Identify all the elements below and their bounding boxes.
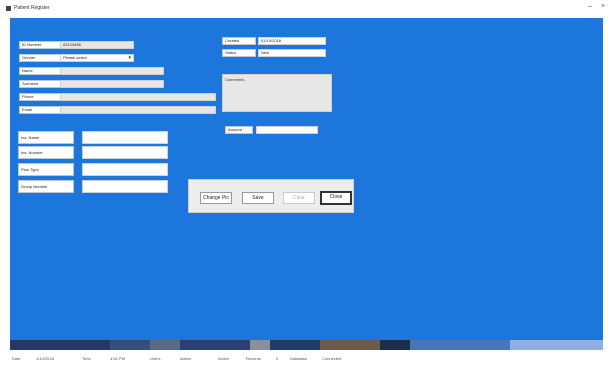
id-number-field[interactable]: 00123456 bbox=[60, 41, 134, 49]
status-item: 1/10/2018 bbox=[36, 356, 54, 361]
status-bar: Date 1/10/2018 Time 4:52 PM Users Admin … bbox=[0, 353, 613, 365]
phone-label: Phone bbox=[19, 93, 61, 101]
group-number-label: Group Number bbox=[18, 180, 74, 193]
comment-box[interactable]: Comments bbox=[222, 74, 332, 112]
status-item: 0 bbox=[276, 356, 279, 361]
minimize-icon[interactable]: – bbox=[588, 3, 592, 10]
amount-field[interactable] bbox=[256, 126, 318, 134]
gender-select-value: Please select bbox=[63, 55, 87, 60]
form-panel: ID Number 00123456 Gender Please select … bbox=[10, 18, 603, 340]
status-item: Admin bbox=[180, 356, 192, 361]
status-field[interactable]: New bbox=[258, 49, 326, 57]
surname-label: Surname bbox=[19, 80, 61, 88]
save-button[interactable]: Save bbox=[242, 192, 274, 204]
created-field[interactable]: 01/10/2018 bbox=[258, 37, 326, 45]
ins-number-field[interactable] bbox=[82, 146, 168, 159]
name-label: Name bbox=[19, 67, 61, 75]
taskbar-segment bbox=[320, 340, 380, 350]
title-bar: Patient Register – × bbox=[0, 0, 613, 18]
status-item: Time bbox=[82, 356, 91, 361]
close-icon[interactable]: × bbox=[601, 3, 605, 10]
status-item: Active bbox=[218, 356, 229, 361]
chevron-down-icon: ▾ bbox=[128, 55, 131, 61]
comment-text: Comments bbox=[225, 77, 245, 82]
created-label: Created bbox=[222, 37, 256, 45]
status-item: Database bbox=[290, 356, 308, 361]
name-field[interactable] bbox=[60, 67, 164, 75]
taskbar-segment bbox=[270, 340, 320, 350]
app-icon bbox=[6, 6, 11, 11]
taskbar-segment bbox=[410, 340, 510, 350]
button-panel: Change Pic Save Clear Close bbox=[188, 179, 354, 213]
taskbar-segment bbox=[250, 340, 270, 350]
taskbar-segment bbox=[150, 340, 180, 350]
email-field[interactable] bbox=[60, 106, 216, 114]
gender-label: Gender bbox=[19, 54, 61, 62]
window-title: Patient Register bbox=[14, 5, 50, 11]
taskbar-segment bbox=[380, 340, 410, 350]
plan-type-label: Plan Type bbox=[18, 163, 74, 176]
change-pic-button[interactable]: Change Pic bbox=[200, 192, 232, 204]
status-item: Users bbox=[150, 356, 161, 361]
surname-field[interactable] bbox=[60, 80, 164, 88]
email-label: Email bbox=[19, 106, 61, 114]
taskbar-segment bbox=[180, 340, 250, 350]
amount-label: Amount bbox=[225, 126, 253, 134]
clear-button[interactable]: Clear bbox=[283, 192, 315, 204]
group-number-field[interactable] bbox=[82, 180, 168, 193]
gender-select[interactable]: Please select ▾ bbox=[60, 54, 134, 62]
phone-field[interactable] bbox=[60, 93, 216, 101]
plan-type-field[interactable] bbox=[82, 163, 168, 176]
status-item: Date bbox=[12, 356, 21, 361]
taskbar-segment bbox=[110, 340, 150, 350]
ins-name-label: Ins. Name bbox=[18, 131, 74, 144]
ins-name-field[interactable] bbox=[82, 131, 168, 144]
taskbar-segment bbox=[510, 340, 603, 350]
close-button[interactable]: Close bbox=[320, 191, 352, 205]
status-item: Records bbox=[246, 356, 261, 361]
id-number-label: ID Number bbox=[19, 41, 61, 49]
status-item: 4:52 PM bbox=[110, 356, 125, 361]
taskbar-segment bbox=[10, 340, 110, 350]
ins-number-label: Ins. Number bbox=[18, 146, 74, 159]
status-item: Connected bbox=[322, 356, 342, 361]
taskbar-strip bbox=[10, 340, 603, 350]
status-label: Status bbox=[222, 49, 256, 57]
